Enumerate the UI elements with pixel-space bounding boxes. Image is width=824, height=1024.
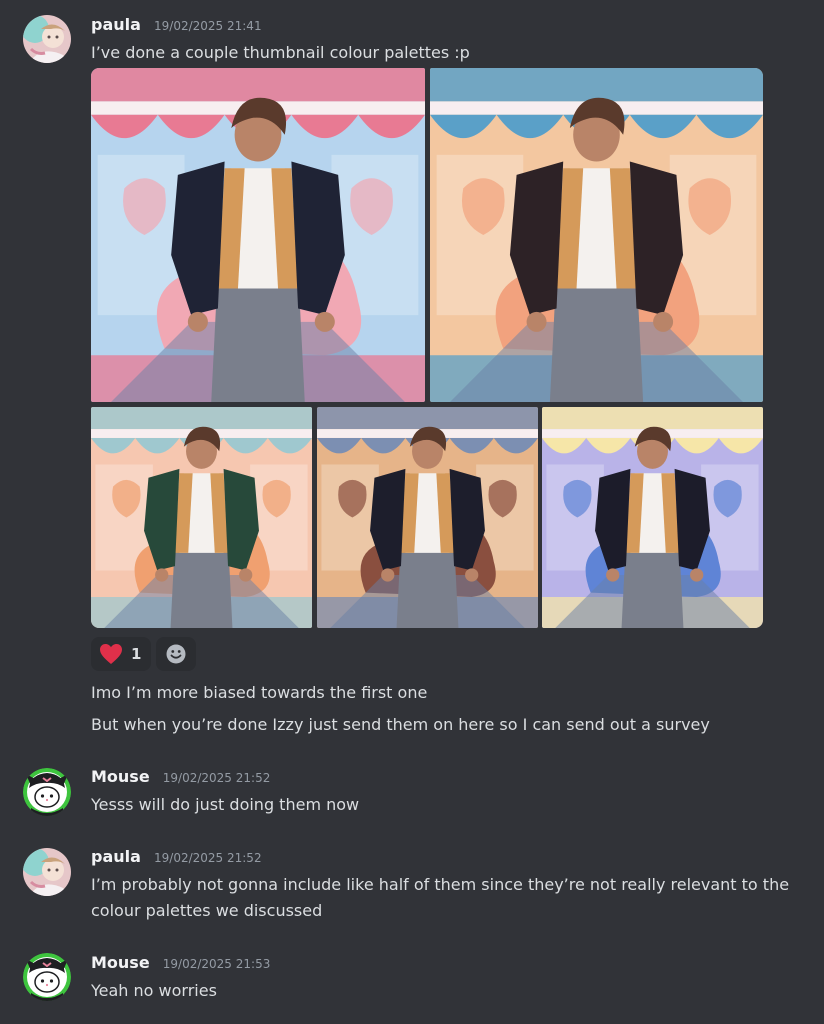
timestamp: 19/02/2025 21:52 <box>154 851 262 865</box>
username[interactable]: paula <box>91 847 141 866</box>
message-text: Yeah no worries <box>91 981 217 1000</box>
thumbnail-illustration <box>430 68 763 402</box>
message-header: paula 19/02/2025 21:52 <box>91 847 262 869</box>
message-text: I’m probably not gonna include like half… <box>91 875 790 920</box>
message-text: I’ve done a couple thumbnail colour pale… <box>91 43 470 62</box>
message-text: Yesss will do just doing them now <box>91 795 360 814</box>
thumbnail-illustration <box>91 68 425 402</box>
message-header: Mouse 19/02/2025 21:52 <box>91 767 270 789</box>
message-header: Mouse 19/02/2025 21:53 <box>91 953 270 975</box>
username[interactable]: Mouse <box>91 953 150 972</box>
username[interactable]: paula <box>91 15 141 34</box>
avatar[interactable] <box>23 15 71 63</box>
username[interactable]: Mouse <box>91 767 150 786</box>
message-text: Imo I’m more biased towards the first on… <box>91 683 428 702</box>
smiley-add-reaction-icon <box>166 644 186 664</box>
image-attachment[interactable] <box>91 407 312 628</box>
reaction-heart[interactable]: 1 <box>91 637 151 671</box>
add-reaction-button[interactable] <box>156 637 196 671</box>
image-attachment[interactable] <box>542 407 763 628</box>
thumbnail-illustration <box>91 407 312 628</box>
pastel-avatar-icon <box>23 848 71 896</box>
thumbnail-illustration <box>542 407 763 628</box>
thumbnail-illustration <box>317 407 538 628</box>
kuromi-avatar-icon <box>23 768 71 816</box>
avatar[interactable] <box>23 768 71 816</box>
timestamp: 19/02/2025 21:53 <box>162 957 271 971</box>
reaction-count: 1 <box>131 645 142 663</box>
timestamp: 19/02/2025 21:52 <box>162 771 271 785</box>
image-attachment[interactable] <box>317 407 538 628</box>
message-text: But when you’re done Izzy just send them… <box>91 715 710 734</box>
message-header: paula 19/02/2025 21:41 <box>91 15 262 37</box>
pastel-avatar-icon <box>23 15 71 63</box>
kuromi-avatar-icon <box>23 953 71 1001</box>
image-attachment[interactable] <box>430 68 763 402</box>
timestamp: 19/02/2025 21:41 <box>154 19 262 33</box>
chat-log: paula 19/02/2025 21:41 I’ve done a coupl… <box>0 0 824 1024</box>
heart-icon <box>100 644 122 664</box>
avatar[interactable] <box>23 953 71 1001</box>
image-attachment[interactable] <box>91 68 425 402</box>
avatar[interactable] <box>23 848 71 896</box>
